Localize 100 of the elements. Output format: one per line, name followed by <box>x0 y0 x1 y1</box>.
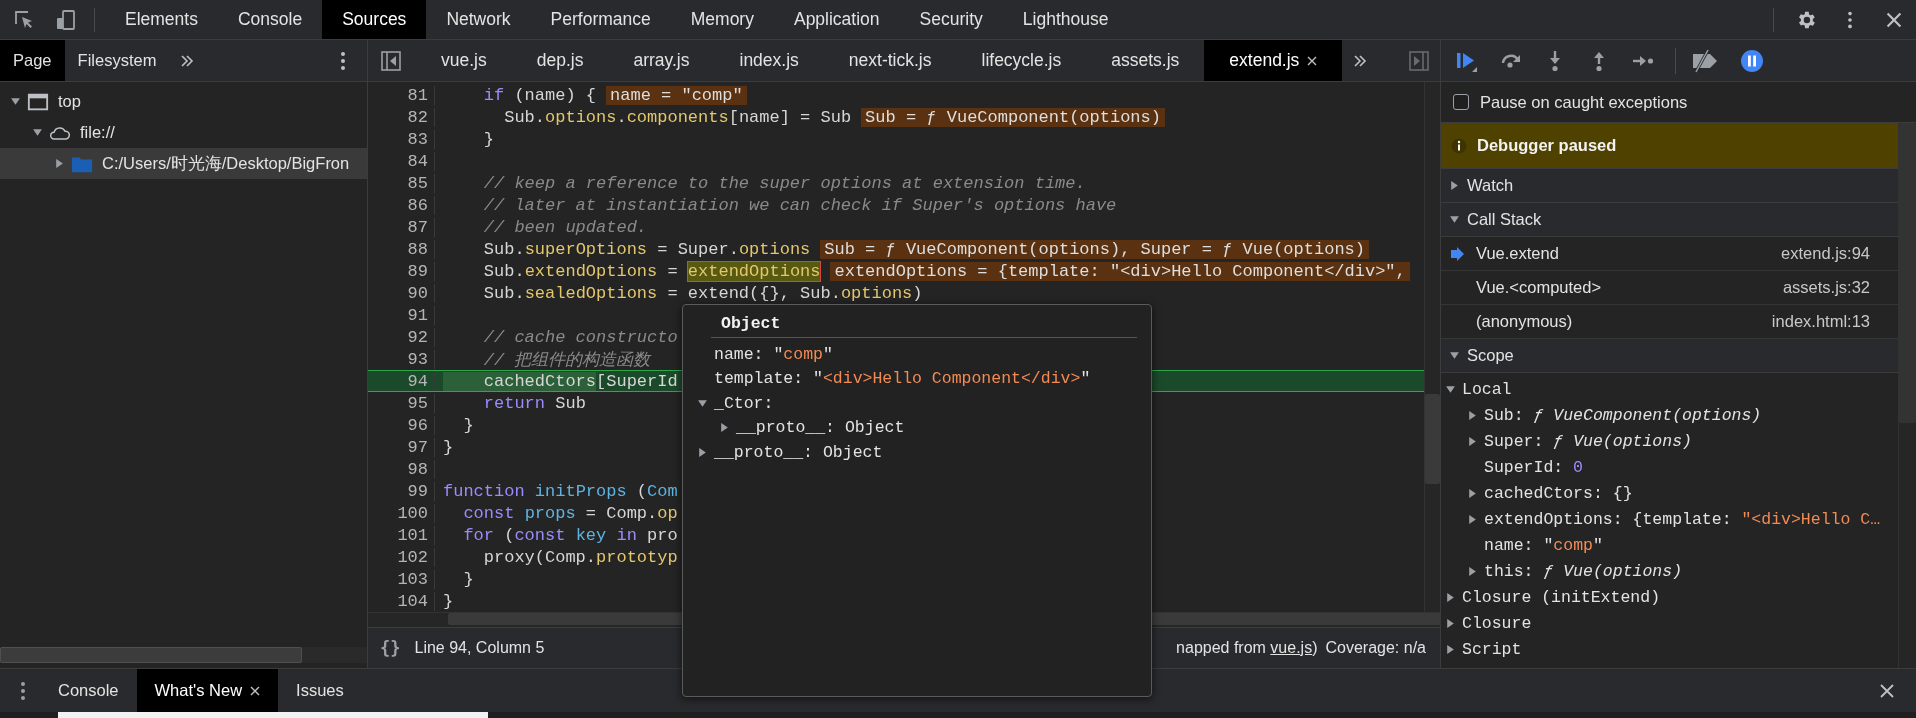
expand-arrow-icon[interactable] <box>697 397 708 409</box>
frame-name[interactable]: (anonymous) <box>1476 312 1573 331</box>
expand-arrow-icon[interactable] <box>1449 350 1460 361</box>
deactivate-breakpoints-icon[interactable] <box>1690 48 1720 73</box>
panel-tab[interactable]: Application <box>773 0 900 39</box>
file-tab[interactable]: index.js <box>714 40 824 81</box>
window-icon <box>27 91 49 112</box>
navigator-tab[interactable]: Page <box>0 40 65 81</box>
pause-on-exceptions-icon[interactable] <box>1740 48 1764 73</box>
device-icon[interactable] <box>55 8 77 31</box>
scrollbar-thumb[interactable] <box>0 647 302 663</box>
expand-arrow-icon[interactable] <box>1467 435 1478 447</box>
format-button[interactable]: {} <box>380 638 401 658</box>
expand-arrow-icon[interactable] <box>1467 513 1478 525</box>
expand-arrow-icon[interactable] <box>1445 643 1456 655</box>
line-number: 98 <box>368 459 435 479</box>
drawer-tab[interactable]: What's New <box>136 669 279 712</box>
inspect-icon[interactable] <box>13 8 35 31</box>
expand-arrow-icon[interactable] <box>1445 591 1456 603</box>
scrollbar-thumb[interactable] <box>1899 123 1916 423</box>
navigator-tab[interactable]: Filesystem <box>64 40 170 81</box>
expand-arrow-icon[interactable] <box>54 158 65 169</box>
close-icon[interactable] <box>250 685 261 696</box>
close-icon[interactable] <box>1307 55 1318 66</box>
scrollbar-thumb[interactable] <box>1425 394 1440 484</box>
variable[interactable]: name: "comp" <box>1484 535 1603 555</box>
checkbox-label[interactable]: Pause on caught exceptions <box>1480 92 1688 112</box>
tree-item[interactable]: top <box>58 92 81 111</box>
expand-arrow-icon[interactable] <box>1467 487 1478 499</box>
line-number: 81 <box>368 85 435 105</box>
tree-item[interactable]: file:// <box>80 123 115 142</box>
expand-arrow-icon[interactable] <box>10 96 21 107</box>
frame-location[interactable]: assets.js:32 <box>1782 278 1870 297</box>
file-tab[interactable]: lifecycle.js <box>956 40 1087 81</box>
variable[interactable]: SuperId: 0 <box>1484 457 1584 477</box>
section-header[interactable]: Watch <box>1441 169 1898 203</box>
drawer-tab[interactable]: Issues <box>278 669 362 712</box>
file-tab[interactable]: vue.js <box>416 40 512 81</box>
section-header[interactable]: Call Stack <box>1441 203 1898 237</box>
inline-value: Sub = ƒ VueComponent(options) <box>861 107 1165 127</box>
file-tab[interactable]: dep.js <box>511 40 609 81</box>
variable[interactable]: this: ƒ Vue(options) <box>1484 561 1683 581</box>
panel-tab[interactable]: Performance <box>530 0 671 39</box>
panel-tab[interactable]: Console <box>217 0 323 39</box>
expand-arrow-icon[interactable] <box>1445 617 1456 629</box>
property[interactable]: _Ctor: <box>714 393 774 413</box>
close-icon[interactable] <box>1880 683 1894 698</box>
expand-arrow-icon[interactable] <box>719 422 730 434</box>
frame-name[interactable]: Vue.<computed> <box>1476 278 1602 297</box>
property[interactable]: __proto__: Object <box>714 442 883 462</box>
sidebar-toggle-icon[interactable] <box>1408 49 1430 72</box>
property[interactable]: __proto__: Object <box>736 418 905 438</box>
drawer-tab[interactable]: Console <box>40 669 137 712</box>
frame-name[interactable]: Vue.extend <box>1476 244 1559 263</box>
tree-item[interactable]: C:/Users/时光海/Desktop/BigFron <box>102 152 350 175</box>
property[interactable]: name: "comp" <box>714 344 833 364</box>
expand-arrow-icon[interactable] <box>1445 383 1456 395</box>
variable[interactable]: Sub: ƒ VueComponent(options) <box>1484 405 1762 425</box>
scope-name[interactable]: Closure <box>1462 613 1532 633</box>
code-line: proxy(Comp.prototyp <box>482 547 678 567</box>
frame-location[interactable]: extend.js:94 <box>1781 244 1870 263</box>
panel-tab[interactable]: Lighthouse <box>1002 0 1129 39</box>
expand-arrow-icon[interactable] <box>1449 180 1460 191</box>
expand-arrow-icon[interactable] <box>1467 565 1478 577</box>
panel-tab[interactable]: Network <box>426 0 531 39</box>
more-icon[interactable] <box>339 49 347 72</box>
more-icon[interactable] <box>19 679 27 702</box>
frame-location[interactable]: index.html:13 <box>1771 312 1870 331</box>
file-tab[interactable]: extend.js <box>1204 40 1343 81</box>
panel-tab[interactable]: Security <box>899 0 1003 39</box>
panel-tab[interactable]: Sources <box>322 0 427 39</box>
file-tab[interactable]: next-tick.js <box>823 40 957 81</box>
section-title[interactable]: Call Stack <box>1467 210 1542 229</box>
scope-name[interactable]: Local <box>1462 379 1512 399</box>
section-title[interactable]: Watch <box>1467 176 1514 195</box>
panel-tab[interactable]: Elements <box>105 0 218 39</box>
source-link[interactable]: vue.js <box>1270 639 1313 656</box>
expand-arrow-icon[interactable] <box>697 446 708 458</box>
section-header[interactable]: Scope <box>1441 339 1898 373</box>
panel-tab[interactable]: Memory <box>670 0 774 39</box>
expand-arrow-icon[interactable] <box>1449 214 1460 225</box>
expand-arrow-icon[interactable] <box>1467 409 1478 421</box>
property[interactable]: template: "<div>Hello Component</div>" <box>714 369 1091 389</box>
sidebar-toggle-icon[interactable] <box>380 49 402 72</box>
more-tabs-icon[interactable] <box>1352 52 1369 69</box>
more-tabs-icon[interactable] <box>179 52 196 69</box>
variable[interactable]: Super: ƒ Vue(options) <box>1484 431 1692 451</box>
hovered-expression[interactable]: extendOptions <box>687 261 821 281</box>
expand-arrow-icon[interactable] <box>32 127 43 138</box>
info-icon <box>1451 137 1467 154</box>
variable[interactable]: cachedCtors: {} <box>1484 483 1633 503</box>
line-number: 102 <box>368 547 435 567</box>
variable[interactable]: extendOptions: {template: "<div>Hello C… <box>1484 509 1881 529</box>
file-tab[interactable]: array.js <box>608 40 715 81</box>
file-tab[interactable]: assets.js <box>1086 40 1205 81</box>
line-number: 104 <box>368 591 435 611</box>
section-title[interactable]: Scope <box>1467 346 1514 365</box>
scope-name[interactable]: Script <box>1462 639 1522 659</box>
checkbox[interactable] <box>1453 94 1469 110</box>
scope-name[interactable]: Closure (initExtend) <box>1462 587 1661 607</box>
